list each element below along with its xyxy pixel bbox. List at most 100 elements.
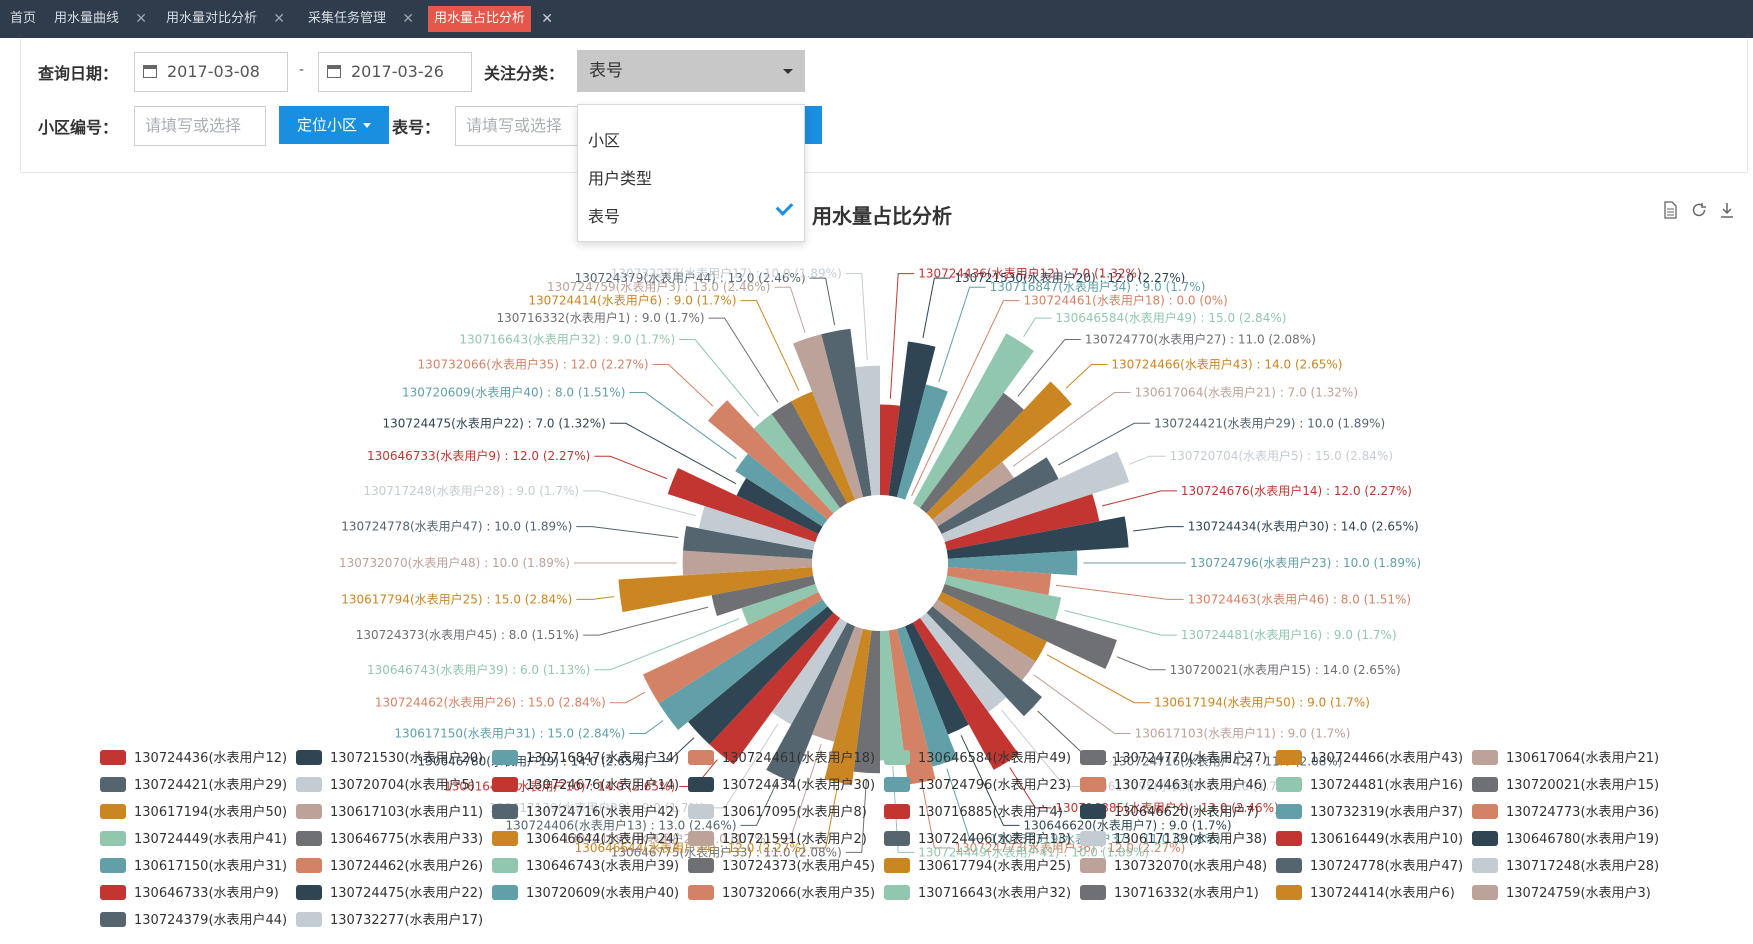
legend-item[interactable]: 130724436(水表用户12) [100, 750, 287, 766]
rose-slice[interactable] [905, 499, 913, 504]
legend-swatch [100, 777, 126, 792]
legend-label: 130724463(水表用户46) [1114, 777, 1267, 793]
legend-item[interactable]: 130720021(水表用户15) [1472, 777, 1659, 793]
legend-swatch [1472, 858, 1498, 873]
label-leader-line [576, 526, 679, 539]
legend-item[interactable]: 130732319(水表用户37) [1276, 804, 1463, 820]
legend-swatch [492, 804, 518, 819]
legend-label: 130724716(水表用户42) [526, 804, 679, 820]
legend-item[interactable]: 130617150(水表用户31) [100, 858, 287, 874]
legend-item[interactable]: 130724481(水表用户16) [1276, 777, 1463, 793]
legend-swatch [1276, 858, 1302, 873]
slice-label: 130724462(水表用户26) : 15.0 (2.84%) [375, 695, 606, 710]
legend-swatch [296, 777, 322, 792]
legend-item[interactable]: 130732277(水表用户17) [296, 912, 483, 928]
legend-swatch [492, 831, 518, 846]
legend-item[interactable]: 130616449(水表用户10) [1276, 831, 1463, 847]
slice-label: 130732070(水表用户48) : 10.0 (1.89%) [339, 555, 570, 570]
legend-item[interactable]: 130724421(水表用户29) [100, 777, 287, 793]
label-leader-line [652, 363, 714, 407]
legend-swatch [296, 750, 322, 765]
legend-item[interactable]: 130617064(水表用户21) [1472, 750, 1659, 766]
legend-item[interactable]: 130646644(水表用户24) [492, 831, 679, 847]
legend-item[interactable]: 130720704(水表用户5) [296, 777, 475, 793]
label-leader-line [708, 317, 779, 403]
legend-item[interactable]: 130724379(水表用户44) [100, 912, 287, 928]
legend-swatch [688, 885, 714, 900]
legend-item[interactable]: 130724462(水表用户26) [296, 858, 483, 874]
legend-item[interactable]: 130732066(水表用户35) [688, 885, 875, 901]
dropdown-option-area[interactable]: 小区 [588, 127, 620, 151]
legend-item[interactable]: 130724759(水表用户3) [1472, 885, 1651, 901]
legend-label: 130724778(水表用户47) [1310, 858, 1463, 874]
slice-label: 130724373(水表用户45) : 8.0 (1.51%) [356, 627, 579, 642]
label-leader-line [1023, 317, 1052, 337]
legend-item[interactable]: 130646733(水表用户9) [100, 885, 279, 901]
slice-label: 130617150(水表用户31) : 15.0 (2.84%) [394, 725, 625, 740]
legend-item[interactable]: 130617794(水表用户25) [884, 858, 1071, 874]
legend-label: 130724436(水表用户12) [134, 750, 287, 766]
label-leader-line [938, 286, 986, 383]
slice-label: 130646733(水表用户9) : 12.0 (2.27%) [367, 448, 590, 463]
legend-item[interactable]: 130732070(水表用户48) [1080, 858, 1267, 874]
legend-item[interactable]: 130724414(水表用户6) [1276, 885, 1455, 901]
legend-label: 130720021(水表用户15) [1506, 777, 1659, 793]
legend-item[interactable]: 130721530(水表用户20) [296, 750, 483, 766]
legend-swatch [100, 831, 126, 846]
legend-swatch [492, 777, 518, 792]
label-leader-line [922, 277, 951, 338]
slice-label: 130646743(水表用户39) : 6.0 (1.13%) [367, 662, 590, 677]
legend-item[interactable]: 130724461(水表用户18) [688, 750, 875, 766]
legend-item[interactable]: 130724773(水表用户36) [1472, 804, 1659, 820]
legend-label: 130646775(水表用户33) [330, 831, 483, 847]
dropdown-option-user-type[interactable]: 用户类型 [588, 165, 652, 189]
legend-item[interactable]: 130724406(水表用户13) [884, 831, 1071, 847]
legend-label: 130616449(水表用户10) [1310, 831, 1463, 847]
legend-swatch [100, 804, 126, 819]
legend-label: 130732066(水表用户35) [722, 885, 875, 901]
legend-item[interactable]: 130716885(水表用户4) [884, 804, 1063, 820]
legend-item[interactable]: 130646743(水表用户39) [492, 858, 679, 874]
legend-item[interactable]: 130724434(水表用户30) [688, 777, 875, 793]
slice-label: 130724778(水表用户47) : 10.0 (1.89%) [341, 519, 572, 534]
slice-label: 130720021(水表用户15) : 14.0 (2.65%) [1170, 662, 1401, 677]
legend-item[interactable]: 130724475(水表用户22) [296, 885, 483, 901]
legend-item[interactable]: 130617194(水表用户50) [100, 804, 287, 820]
legend-item[interactable]: 130646780(水表用户19) [1472, 831, 1659, 847]
legend-swatch [1276, 777, 1302, 792]
dropdown-option-meter[interactable]: 表号 [588, 203, 620, 227]
slice-label: 130724461(水表用户18) : 0.0 (0%) [1023, 293, 1227, 308]
label-leader-line [1056, 584, 1184, 600]
legend-item[interactable]: 130724449(水表用户41) [100, 831, 287, 847]
legend-label: 130646743(水表用户39) [526, 858, 679, 874]
legend-item[interactable]: 130717248(水表用户28) [1472, 858, 1659, 874]
legend-item[interactable]: 130716332(水表用户1) [1080, 885, 1259, 901]
legend-item[interactable]: 130617103(水表用户11) [296, 804, 483, 820]
legend-label: 130617103(水表用户11) [330, 804, 483, 820]
legend-label: 130724466(水表用户43) [1310, 750, 1463, 766]
legend-swatch [296, 804, 322, 819]
slice-label: 130724466(水表用户43) : 14.0 (2.65%) [1111, 356, 1342, 371]
legend-label: 130724759(水表用户3) [1506, 885, 1651, 901]
legend-item[interactable]: 130724373(水表用户45) [688, 858, 875, 874]
legend-label: 130617095(水表用户8) [722, 804, 867, 820]
legend-label: 130724449(水表用户41) [134, 831, 287, 847]
slice-label: 130617794(水表用户25) : 15.0 (2.84%) [341, 591, 572, 606]
legend-label: 130716847(水表用户34) [526, 750, 679, 766]
slice-label: 130724770(水表用户27) : 11.0 (2.08%) [1085, 332, 1316, 347]
legend-label: 130617194(水表用户50) [134, 804, 287, 820]
slice-label: 130724434(水表用户30) : 14.0 (2.65%) [1188, 519, 1419, 534]
legend-item[interactable]: 130720609(水表用户40) [492, 885, 679, 901]
label-leader-line [576, 596, 615, 600]
slice-label: 130716847(水表用户34) : 9.0 (1.7%) [990, 279, 1206, 294]
legend-item[interactable]: 130724778(水表用户47) [1276, 858, 1463, 874]
slice-label: 130724481(水表用户16) : 9.0 (1.7%) [1181, 627, 1397, 642]
label-leader-line [1128, 455, 1166, 465]
legend-item[interactable]: 130646775(水表用户33) [296, 831, 483, 847]
legend-swatch [1080, 831, 1106, 846]
legend-label: 130646620(水表用户7) [1114, 804, 1259, 820]
legend-item[interactable]: 130716643(水表用户32) [884, 885, 1071, 901]
legend-swatch [1276, 750, 1302, 765]
legend-item[interactable]: 130724770(水表用户27) [1080, 750, 1267, 766]
slice-label: 130732066(水表用户35) : 12.0 (2.27%) [418, 356, 649, 371]
